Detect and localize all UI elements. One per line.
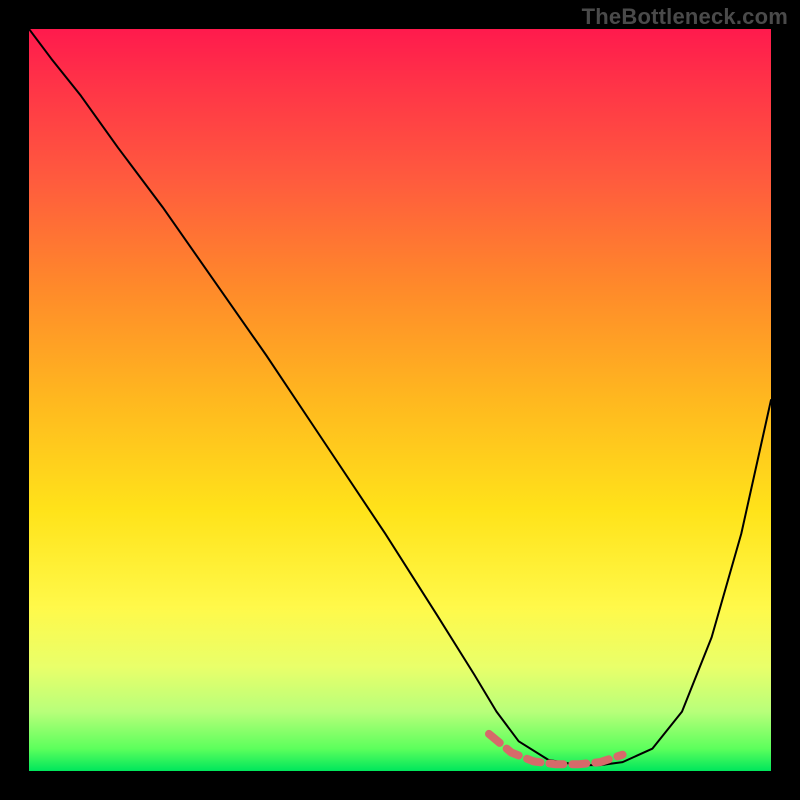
trough-highlight bbox=[489, 734, 623, 764]
watermark-text: TheBottleneck.com bbox=[582, 4, 788, 30]
curve-layer bbox=[29, 29, 771, 771]
main-curve bbox=[29, 29, 771, 765]
plot-area bbox=[29, 29, 771, 771]
chart-frame: TheBottleneck.com bbox=[0, 0, 800, 800]
